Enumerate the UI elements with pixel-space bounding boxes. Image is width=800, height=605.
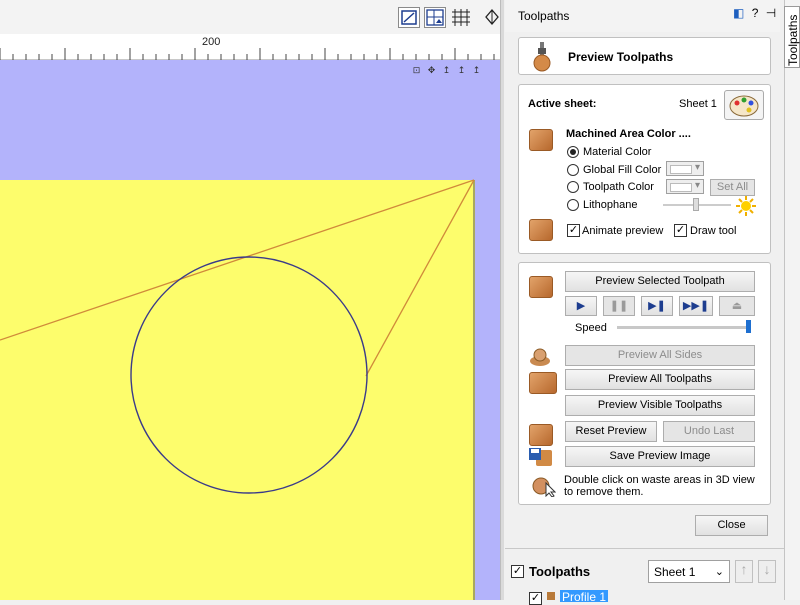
radio-toolpath-color[interactable] (567, 181, 579, 193)
active-sheet-label: Active sheet: (528, 98, 597, 110)
toolpath-line-upper (0, 179, 475, 341)
circle-vector[interactable] (130, 256, 368, 494)
pause-button[interactable]: ❚❚ (603, 296, 635, 316)
preview-all-toolpaths-icon (529, 372, 557, 394)
preview-toolpaths-icon (529, 42, 555, 72)
chevron-down-icon: ⌄ (714, 566, 724, 578)
preview-header-card: Preview Toolpaths (518, 37, 771, 75)
list-divider (505, 548, 784, 549)
toolpath-item-profile-1[interactable]: Profile 1 (560, 590, 609, 602)
undo-last-button[interactable]: Undo Last (663, 421, 755, 442)
toolpath-type-icon (547, 592, 555, 600)
side-tab-label: Toolpaths (786, 14, 800, 66)
pan-icon[interactable] (484, 7, 500, 28)
save-image-icon (528, 446, 554, 468)
radio-toolpath-color-label: Toolpath Color (583, 181, 654, 193)
sheet-select-value: Sheet 1 (654, 565, 696, 579)
speed-label: Speed (575, 322, 607, 334)
toolpaths-list-title: Toolpaths (529, 564, 591, 579)
side-tab-strip (784, 0, 800, 600)
panel-title: Toolpaths (518, 9, 570, 23)
hint-line-2: to remove them. (564, 486, 644, 498)
ruler (0, 34, 500, 60)
lithophane-slider-thumb[interactable] (693, 198, 699, 211)
preview-all-toolpaths-button[interactable]: Preview All Toolpaths (565, 369, 755, 390)
preview-all-sides-icon (529, 346, 551, 368)
radio-lithophane-label: Lithophane (583, 199, 638, 211)
play-button[interactable]: ▶ (565, 296, 597, 316)
speed-slider-thumb[interactable] (746, 320, 751, 333)
reset-preview-icon (529, 424, 553, 446)
animate-preview-checkbox[interactable]: ✓ (567, 224, 580, 237)
eject-button[interactable]: ⏏ (719, 296, 755, 316)
view-layout-icon[interactable] (424, 7, 446, 28)
machined-area-label: Machined Area Color .... (566, 128, 691, 140)
radio-material-color[interactable] (567, 146, 579, 158)
draw-tool-checkbox[interactable]: ✓ (674, 224, 687, 237)
set-all-button[interactable]: Set All (710, 179, 755, 196)
ruler-ticks (0, 48, 495, 60)
animate-preview-icon (529, 219, 553, 241)
radio-global-fill-color[interactable] (567, 164, 579, 176)
speed-slider-track[interactable] (617, 326, 751, 329)
preview-visible-toolpaths-button[interactable]: Preview Visible Toolpaths (565, 395, 755, 416)
sun-icon (735, 195, 757, 220)
grid-icon[interactable] (450, 7, 472, 28)
toolpath-line-lower (365, 179, 475, 377)
global-fill-color-picker[interactable] (666, 161, 704, 176)
help-icon[interactable]: ? (752, 6, 759, 20)
animate-preview-label: Animate preview (582, 225, 664, 237)
step-button[interactable]: ▶❚ (641, 296, 673, 316)
draw-tool-label: Draw tool (690, 225, 737, 237)
preview-selected-icon (529, 276, 553, 298)
sheet-select[interactable]: Sheet 1 ⌄ (648, 560, 730, 583)
palette-icon[interactable] (724, 90, 764, 120)
close-button[interactable]: Close (695, 515, 768, 536)
reset-preview-button[interactable]: Reset Preview (565, 421, 657, 442)
view-toolbar (0, 0, 500, 34)
hint-line-1: Double click on waste areas in 3D view (564, 474, 755, 486)
preview-title: Preview Toolpaths (568, 50, 674, 64)
fast-forward-button[interactable]: ▶▶❚ (679, 296, 713, 316)
splitter[interactable] (500, 0, 504, 600)
toolpath-color-picker[interactable] (666, 179, 704, 194)
save-preview-image-button[interactable]: Save Preview Image (565, 446, 755, 467)
zoom-extents-icon[interactable] (398, 7, 420, 28)
toolpath-overlay (0, 179, 475, 600)
radio-lithophane[interactable] (567, 199, 579, 211)
toolpaths-visibility-checkbox[interactable]: ✓ (511, 565, 524, 578)
preview-all-sides-button[interactable]: Preview All Sides (565, 345, 755, 366)
radio-material-color-label: Material Color (583, 146, 652, 158)
machined-area-icon (529, 129, 553, 151)
dock-icon[interactable]: ◧ (733, 6, 744, 20)
preview-selected-toolpath-button[interactable]: Preview Selected Toolpath (565, 271, 755, 292)
pin-icon[interactable]: ⊣ (766, 6, 776, 20)
ruler-label: 200 (202, 36, 221, 48)
remove-waste-icon (530, 475, 557, 498)
move-up-icon[interactable]: ↑ (735, 560, 753, 583)
move-down-icon[interactable]: ↓ (758, 560, 776, 583)
active-sheet-value: Sheet 1 (679, 98, 717, 110)
profile-1-checkbox[interactable]: ✓ (529, 592, 542, 605)
radio-global-fill-color-label: Global Fill Color (583, 164, 662, 176)
